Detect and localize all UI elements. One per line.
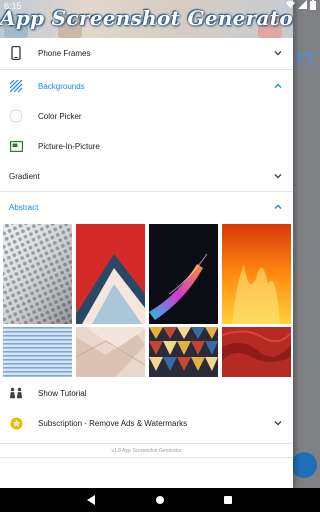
menu-abstract[interactable]: Abstract [0, 193, 293, 221]
menu-backgrounds[interactable]: Backgrounds [0, 72, 293, 100]
backgrounds-label: Backgrounds [38, 81, 85, 91]
divider [0, 457, 293, 458]
chevron-down-icon [274, 51, 282, 56]
signal-icon [298, 0, 307, 9]
floating-action-button[interactable] [291, 452, 317, 478]
chevron-up-icon [274, 204, 282, 209]
thumbnail-geometric-pyramids[interactable] [149, 327, 218, 377]
abstract-thumbnail-grid [3, 224, 291, 377]
thumbnail-blue-stripes[interactable] [3, 327, 72, 377]
thumbnail-honeycomb-facade[interactable] [3, 224, 72, 324]
people-icon [9, 386, 23, 400]
version-text: v1.8 App Screenshot Generator [111, 448, 182, 454]
thumbnail-neon-light-streak[interactable] [149, 224, 218, 324]
chevron-down-icon [274, 174, 282, 179]
text-tool-icon[interactable]: TT [294, 50, 316, 71]
menu-show-tutorial[interactable]: Show Tutorial [0, 379, 293, 407]
navigation-drawer: App Screenshot Generator Phone Frames Ba… [0, 0, 293, 488]
color-picker-label: Color Picker [38, 111, 82, 121]
picture-in-picture-label: Picture-In-Picture [38, 141, 100, 151]
wifi-icon [286, 0, 295, 9]
battery-icon [310, 0, 316, 10]
divider [0, 69, 293, 70]
divider [0, 443, 293, 444]
abstract-label: Abstract [9, 202, 39, 212]
back-icon[interactable] [87, 495, 97, 505]
menu-phone-frames[interactable]: Phone Frames [0, 38, 293, 68]
pip-icon [9, 139, 23, 153]
thumbnail-red-paper-layers[interactable] [76, 224, 145, 324]
status-icons [286, 0, 316, 10]
show-tutorial-label: Show Tutorial [38, 388, 87, 398]
menu-subscription[interactable]: Subscription - Remove Ads & Watermarks [0, 409, 293, 437]
chevron-down-icon [274, 421, 282, 426]
phone-frames-label: Phone Frames [38, 48, 91, 58]
status-time: 6:15 [4, 1, 22, 11]
gradient-label: Gradient [9, 171, 40, 181]
subscription-label: Subscription - Remove Ads & Watermarks [38, 418, 188, 428]
recents-icon[interactable] [223, 495, 233, 505]
thumbnail-paper-envelopes[interactable] [76, 327, 145, 377]
thumbnail-red-fabric[interactable] [222, 327, 291, 377]
phone-icon [9, 46, 23, 60]
circle-icon [9, 109, 23, 123]
divider [0, 191, 293, 192]
menu-color-picker[interactable]: Color Picker [0, 102, 293, 130]
star-badge-icon [9, 416, 23, 430]
pattern-icon [9, 79, 23, 93]
home-icon[interactable] [155, 495, 165, 505]
system-navigation-bar [0, 488, 320, 512]
status-bar: 6:15 [0, 0, 320, 12]
menu-picture-in-picture[interactable]: Picture-In-Picture [0, 132, 293, 160]
menu-gradient[interactable]: Gradient [0, 162, 293, 190]
thumbnail-orange-flames[interactable] [222, 224, 291, 324]
chevron-up-icon [274, 83, 282, 88]
